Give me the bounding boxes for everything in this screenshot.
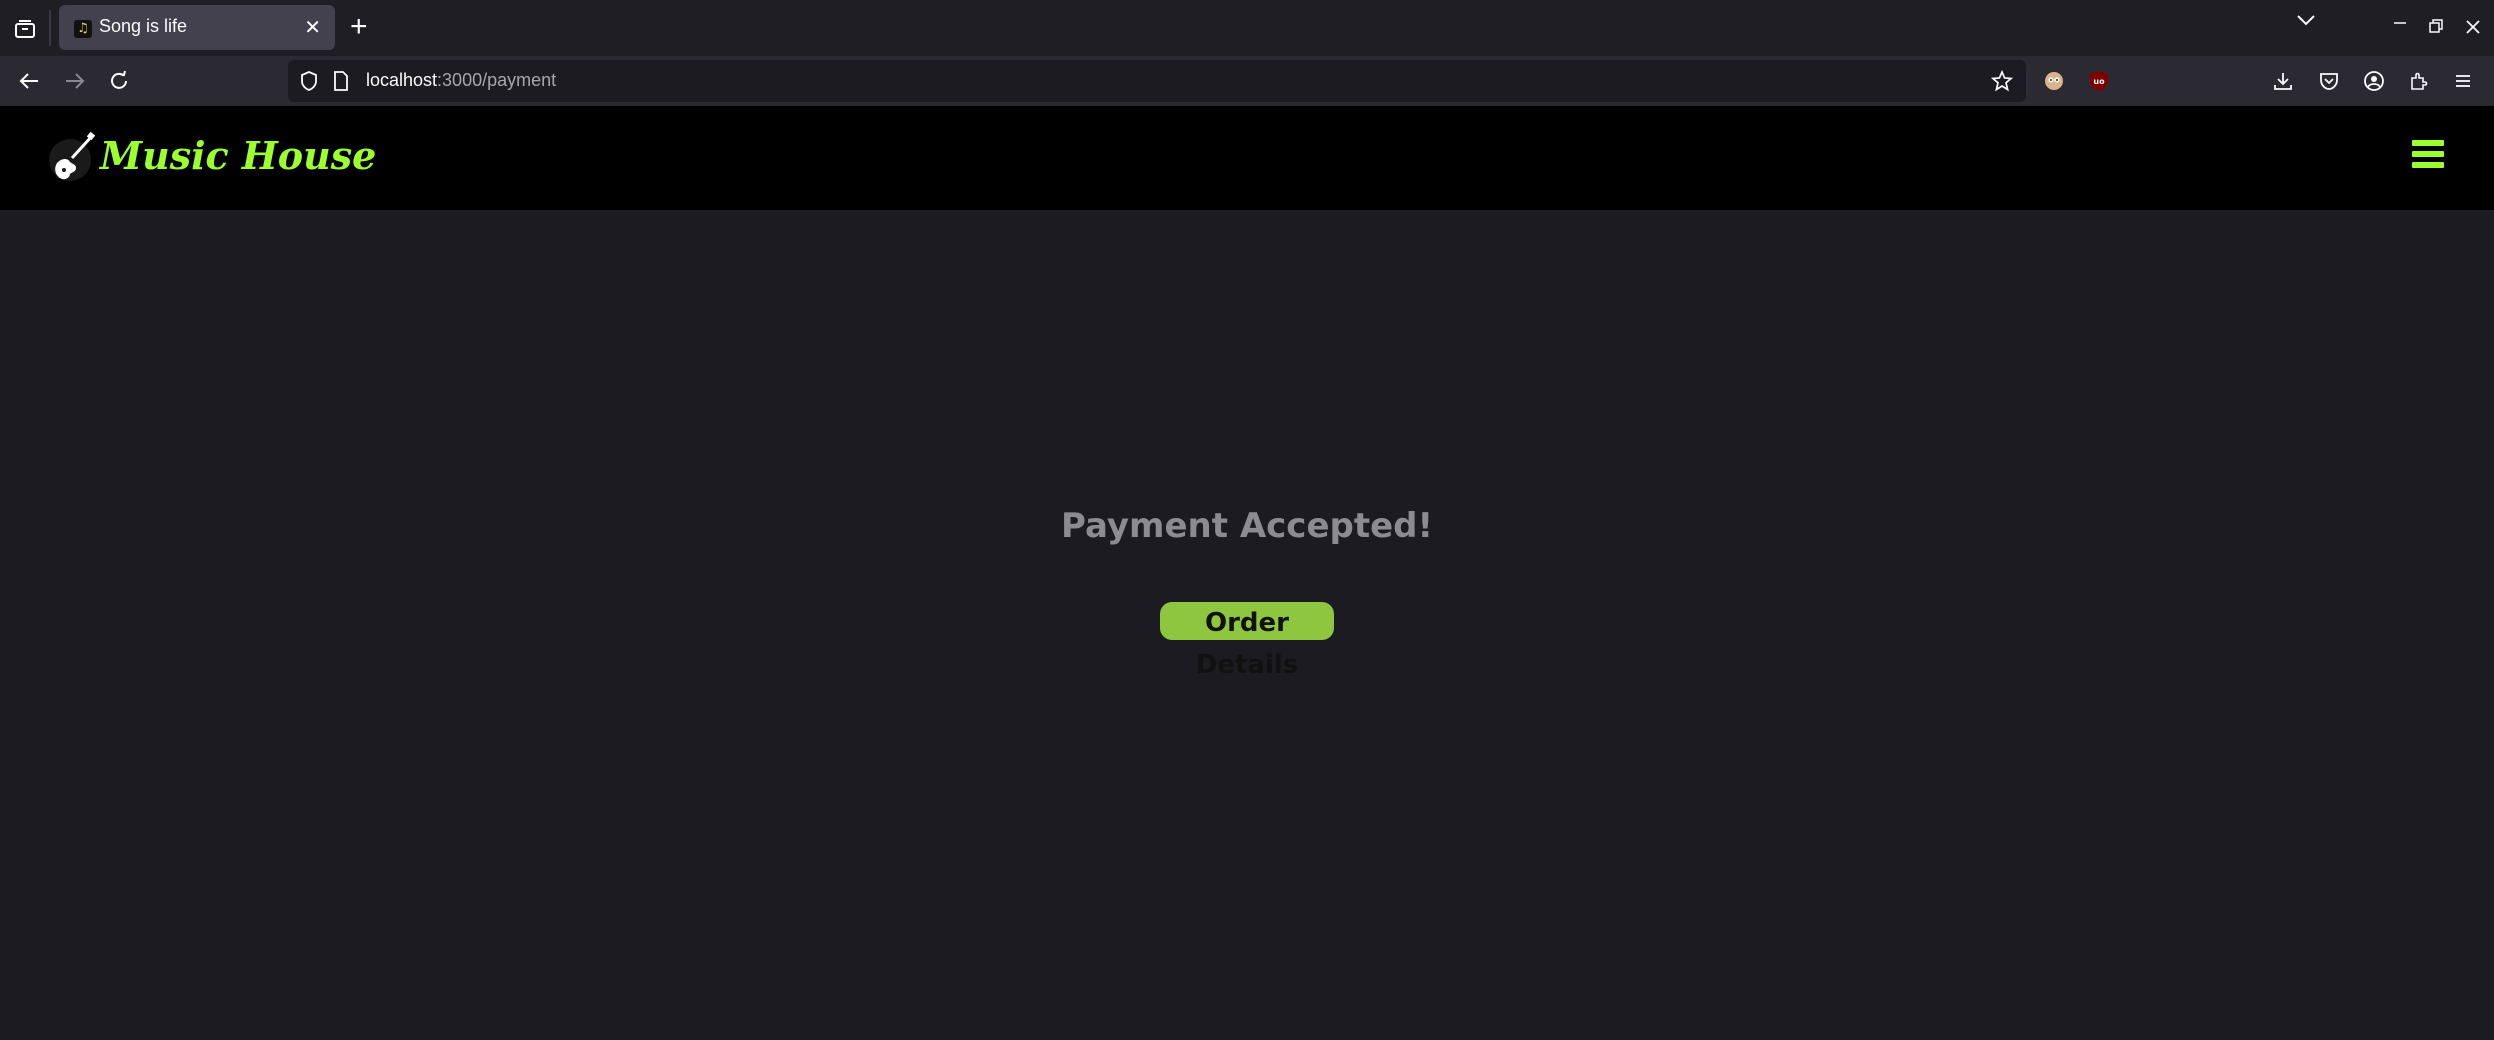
new-tab-button[interactable]: + — [350, 10, 368, 44]
tab-title: Song is life — [99, 16, 188, 36]
extension-face-icon[interactable] — [2043, 70, 2065, 92]
pocket-icon[interactable] — [2318, 70, 2340, 92]
tab-list-icon[interactable] — [10, 14, 40, 44]
music-note-icon: ♫ — [74, 20, 92, 38]
extensions-icon[interactable] — [2408, 70, 2430, 92]
tab-close-icon[interactable]: ✕ — [304, 15, 321, 40]
active-tab[interactable]: ♫ Song is life ✕ — [59, 5, 335, 50]
url-host: localhost — [366, 70, 438, 90]
payment-status-message: Payment Accepted! — [1060, 506, 1434, 546]
browser-nav-bar: localhost:3000/payment uo — [0, 56, 2494, 106]
browser-tab-bar: ♫ Song is life ✕ + — [0, 0, 2494, 56]
tab-separator — [49, 10, 51, 46]
site-brand[interactable]: Music House — [100, 133, 376, 178]
svg-text:uo: uo — [2093, 77, 2105, 86]
app-menu-icon[interactable] — [2452, 70, 2474, 92]
ublock-icon[interactable]: uo — [2088, 70, 2110, 92]
url-text[interactable]: localhost:3000/payment — [366, 70, 556, 91]
address-bar[interactable]: localhost:3000/payment — [288, 60, 2026, 102]
guitar-logo-icon[interactable] — [48, 131, 96, 184]
back-arrow-icon[interactable] — [14, 66, 44, 96]
page-icon[interactable] — [330, 70, 352, 92]
site-header: Music House — [0, 106, 2494, 210]
account-icon[interactable] — [2363, 70, 2385, 92]
page-content: Music House Payment Accepted! Order Deta… — [0, 106, 2494, 1040]
forward-arrow-icon[interactable] — [60, 66, 90, 96]
hamburger-menu-icon[interactable] — [2412, 140, 2444, 174]
order-details-button[interactable]: Order Details — [1160, 602, 1334, 680]
restore-icon[interactable] — [2428, 18, 2444, 41]
close-window-icon[interactable] — [2465, 18, 2481, 41]
shield-icon[interactable] — [298, 70, 320, 92]
reload-icon[interactable] — [104, 66, 134, 96]
bookmark-star-icon[interactable] — [1991, 70, 2013, 92]
url-path: :3000/payment — [437, 70, 557, 90]
list-all-tabs-icon[interactable] — [2296, 10, 2316, 33]
minimize-icon[interactable] — [2392, 14, 2408, 37]
download-icon[interactable] — [2272, 70, 2294, 92]
